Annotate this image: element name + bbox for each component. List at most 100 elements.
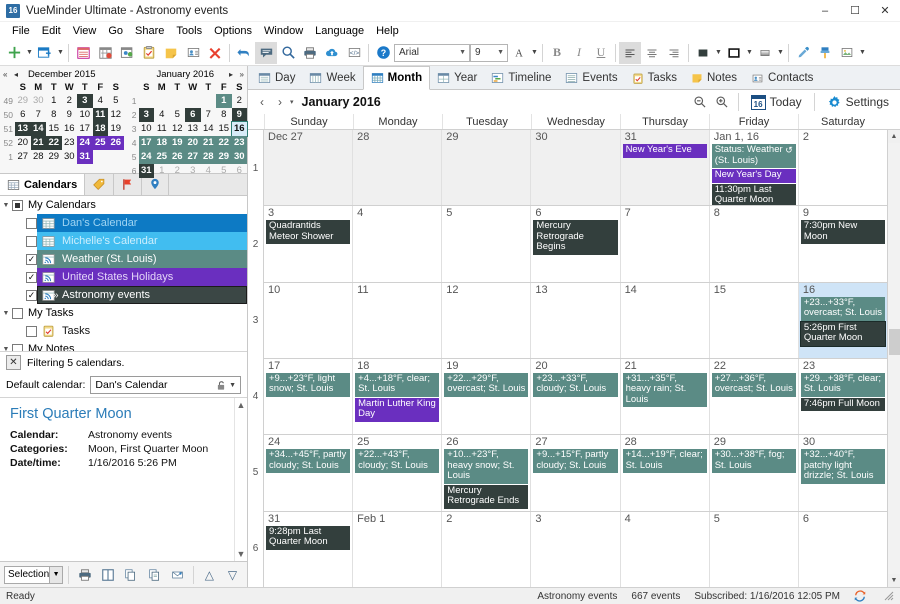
mini-day[interactable]: 4 — [154, 108, 170, 122]
calendar-event[interactable]: +27...+36°F, overcast; St. Louis — [711, 372, 796, 397]
calendar-event[interactable]: Status: Weather (St. Louis) ↺ — [711, 144, 796, 168]
today-button[interactable]: 16 Today — [746, 94, 807, 110]
tab-day[interactable]: Day — [251, 67, 302, 89]
mini-day[interactable]: 16 — [230, 121, 248, 137]
down-arrow-icon[interactable]: ▽ — [222, 564, 243, 586]
mini-day[interactable]: 5 — [170, 108, 186, 122]
mini-day[interactable]: 15 — [216, 122, 232, 136]
mini-prev-month-icon[interactable]: ◂ — [14, 70, 18, 79]
tasks-icon[interactable] — [138, 42, 160, 64]
calendar-event[interactable]: 7:30pm New Moon — [800, 220, 885, 245]
zoom-out-icon[interactable] — [691, 93, 709, 111]
mini-day[interactable]: 6 — [232, 164, 248, 178]
tab-calendars[interactable]: Calendars — [0, 173, 86, 195]
mini-day[interactable]: 26 — [108, 136, 124, 150]
mini-day[interactable]: 29 — [15, 94, 31, 108]
calendar-checkbox[interactable] — [26, 217, 37, 229]
calendar-event[interactable]: New Year's Day — [711, 169, 796, 183]
mini-day[interactable]: 5 — [108, 94, 124, 108]
fill-color-icon[interactable] — [692, 42, 714, 64]
calendar-event[interactable]: +22...+43°F, cloudy; St. Louis — [355, 449, 440, 474]
underline-icon[interactable]: U — [590, 42, 612, 64]
mini-day[interactable]: 1 — [154, 164, 170, 178]
day-cell[interactable]: 8 — [708, 206, 798, 282]
mini-day[interactable]: 17 — [77, 122, 93, 136]
day-cell[interactable]: 28 — [352, 130, 442, 206]
day-cell[interactable]: 5 — [708, 511, 798, 587]
mini-day[interactable]: 25 — [154, 150, 170, 164]
day-cell[interactable]: 4 — [352, 206, 442, 282]
calendar-item[interactable]: Michelle's Calendar — [0, 232, 247, 250]
scroll-down-icon[interactable]: ▼ — [887, 574, 900, 587]
mini-day[interactable]: 30 — [62, 150, 78, 164]
day-cell[interactable]: 6 Mercury Retrograde Begins — [530, 206, 620, 282]
mini-day[interactable]: 21 — [200, 136, 216, 150]
copy-page-alt-icon[interactable] — [144, 564, 165, 586]
menu-language[interactable]: Language — [309, 24, 370, 38]
mini-day[interactable]: 24 — [138, 150, 154, 164]
calendar-event[interactable]: +14...+19°F, clear; St. Louis — [622, 449, 707, 474]
calendar-checkbox[interactable] — [26, 235, 37, 247]
mini-day[interactable]: 4 — [201, 164, 217, 178]
menu-edit[interactable]: Edit — [36, 24, 67, 38]
menu-file[interactable]: File — [6, 24, 36, 38]
day-cell[interactable]: 29 — [441, 130, 531, 206]
calendar-event[interactable]: 5:26pm First Quarter Moon — [799, 320, 886, 347]
mini-day[interactable]: 13 — [185, 122, 201, 136]
mini-day[interactable]: 3 — [77, 94, 93, 108]
mini-day[interactable]: 3 — [185, 164, 201, 178]
day-cell[interactable]: 30 +32...+40°F, patchy light drizzle; St.… — [797, 435, 887, 511]
day-cell[interactable]: 9 7:30pm New Moon — [797, 206, 887, 282]
day-cell[interactable]: 15 — [708, 282, 798, 358]
mini-day[interactable]: 18 — [154, 136, 170, 150]
image-icon[interactable] — [836, 42, 858, 64]
day-cell[interactable]: 3 Quadrantids Meteor Shower — [264, 206, 353, 282]
image-dropdown-icon[interactable]: ▼ — [858, 49, 867, 56]
mini-day[interactable]: 20 — [15, 136, 31, 150]
mini-next-month-icon[interactable]: ▸ — [229, 70, 233, 79]
notes-icon[interactable] — [160, 42, 182, 64]
mini-day[interactable]: 11 — [154, 122, 170, 136]
calendar-event[interactable]: Martin Luther King Day — [355, 397, 440, 422]
tree-group-my-notes[interactable]: ▼ My Notes — [0, 340, 247, 351]
scroll-up-icon[interactable]: ▲ — [237, 400, 246, 410]
menu-window[interactable]: Window — [258, 24, 309, 38]
expand-collapse-icon[interactable]: ▼ — [0, 202, 12, 209]
contacts-group-icon[interactable] — [116, 42, 138, 64]
mini-day[interactable]: 2 — [232, 94, 248, 108]
day-cell[interactable]: 24 +34...+45°F, partly cloudy; St. Louis — [264, 435, 353, 511]
font-size-select[interactable]: 9 ▼ — [470, 43, 508, 62]
tree-group-my-tasks[interactable]: ▼ My Tasks — [0, 304, 247, 322]
print-icon[interactable] — [299, 42, 321, 64]
calendar-vertical-scrollbar[interactable]: ▲ ▼ — [887, 130, 900, 587]
mini-day[interactable]: 31 — [138, 164, 154, 178]
mini-day[interactable]: 28 — [200, 150, 216, 164]
mini-day[interactable]: 5 — [216, 164, 232, 178]
menu-help[interactable]: Help — [370, 24, 405, 38]
mini-day[interactable]: 3 — [138, 108, 154, 122]
calendar-item[interactable]: Tasks — [0, 322, 247, 340]
mini-day[interactable] — [108, 150, 124, 164]
italic-icon[interactable]: I — [568, 42, 590, 64]
font-color-dropdown-icon[interactable]: ▼ — [530, 49, 539, 56]
mini-day[interactable]: 13 — [15, 122, 31, 136]
calendar-event[interactable]: New Year's Eve — [622, 144, 707, 158]
close-button[interactable]: ✕ — [870, 0, 900, 22]
calendar-event[interactable]: +31...+35°F, heavy rain; St. Louis — [622, 372, 707, 408]
gradient-icon[interactable] — [754, 42, 776, 64]
calendar-event[interactable]: +4...+18°F, clear; St. Louis — [355, 372, 440, 397]
calendar-item[interactable]: ✓» Astronomy events — [0, 286, 247, 304]
day-cell[interactable]: 5 — [441, 206, 531, 282]
calendar-event[interactable]: +23...+33°F, cloudy; St. Louis — [533, 372, 618, 397]
calendar-event[interactable]: +34...+45°F, partly cloudy; St. Louis — [266, 449, 351, 474]
undo-icon[interactable] — [233, 42, 255, 64]
day-cell[interactable]: 13 — [530, 282, 620, 358]
day-cell[interactable]: Dec 27 — [264, 130, 353, 206]
maximize-button[interactable]: ☐ — [840, 0, 870, 22]
day-cell[interactable]: 30 — [530, 130, 620, 206]
mini-day[interactable]: 30 — [31, 94, 47, 108]
gradient-dropdown-icon[interactable]: ▼ — [776, 49, 785, 56]
day-cell[interactable]: 6 — [797, 511, 887, 587]
mini-day[interactable]: 14 — [201, 122, 217, 136]
scroll-down-icon[interactable]: ▼ — [237, 549, 246, 559]
